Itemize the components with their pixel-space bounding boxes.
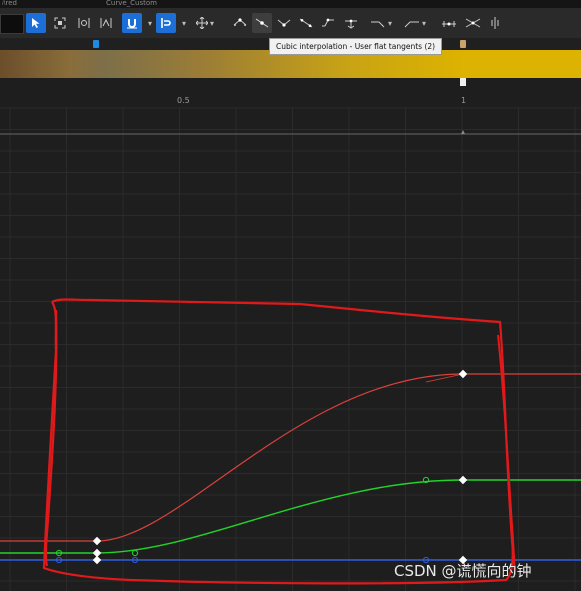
filter-button[interactable] bbox=[486, 13, 504, 33]
pre-infinity-icon bbox=[370, 21, 385, 28]
cursor-icon bbox=[32, 18, 40, 28]
tooltip: Cubic interpolation - User flat tangents… bbox=[269, 38, 443, 55]
ruler-label-05: 0.5 bbox=[177, 96, 190, 105]
normalize-tangents-icon bbox=[442, 21, 456, 27]
chevron-down-icon: ▾ bbox=[209, 18, 214, 28]
user-tangent-icon bbox=[255, 18, 269, 28]
gradient-stop-left[interactable] bbox=[93, 40, 99, 48]
gradient-stop-right[interactable] bbox=[460, 40, 466, 48]
constant-icon bbox=[322, 18, 334, 27]
watermark: CSDN @谎慌向的钟 bbox=[394, 562, 532, 580]
time-snap-icon bbox=[161, 18, 171, 28]
flatten-button[interactable] bbox=[340, 13, 362, 33]
user-tangent-button[interactable] bbox=[252, 13, 272, 33]
straighten-button[interactable] bbox=[462, 13, 484, 33]
snap-time-dropdown[interactable]: ▾ bbox=[178, 13, 188, 33]
constant-button[interactable] bbox=[318, 13, 338, 33]
snap-value-button[interactable] bbox=[122, 13, 142, 33]
break-tangent-icon bbox=[277, 19, 291, 27]
search-input[interactable] bbox=[0, 14, 24, 34]
auto-tangent-icon bbox=[233, 18, 247, 26]
flatten-icon bbox=[345, 19, 357, 29]
chevron-down-icon: ▾ bbox=[147, 18, 152, 28]
tab-2[interactable]: Curve_Custom bbox=[106, 0, 176, 8]
scale-icon bbox=[100, 18, 112, 28]
auto-tangent-button[interactable] bbox=[230, 13, 250, 33]
filter-icon bbox=[491, 17, 499, 29]
magnet-icon bbox=[127, 19, 137, 29]
select-tool-button[interactable] bbox=[26, 13, 46, 33]
scale-view-button[interactable] bbox=[96, 13, 116, 33]
snap-value-dropdown[interactable]: ▾ bbox=[144, 13, 154, 33]
linear-button[interactable] bbox=[296, 13, 316, 33]
straighten-icon bbox=[465, 18, 481, 28]
move-icon bbox=[195, 17, 208, 29]
frame-icon bbox=[54, 17, 66, 29]
chevron-down-icon: ▾ bbox=[387, 18, 392, 28]
tab-strip: ﾊred Curve_Custom bbox=[0, 0, 581, 8]
post-infinity-button[interactable]: ▾ bbox=[400, 13, 430, 33]
curve-toolbar: ▾ ▾ ▾ ▾ ▾ bbox=[0, 8, 581, 38]
pre-infinity-button[interactable]: ▾ bbox=[366, 13, 396, 33]
transform-button[interactable]: ▾ bbox=[192, 13, 218, 33]
normalize-button[interactable] bbox=[74, 13, 94, 33]
chevron-down-icon: ▾ bbox=[421, 18, 426, 28]
curve-graph[interactable]: 0.5 1 bbox=[0, 88, 581, 591]
gradient-stop-bottom[interactable] bbox=[460, 78, 466, 86]
normalize-icon bbox=[78, 18, 90, 28]
tab-1[interactable]: ﾊred bbox=[2, 0, 62, 8]
snap-time-button[interactable] bbox=[156, 13, 176, 33]
linear-icon bbox=[299, 18, 313, 28]
post-infinity-icon bbox=[404, 21, 419, 28]
chevron-down-icon: ▾ bbox=[181, 18, 186, 28]
normalize-tangents-button[interactable] bbox=[438, 13, 460, 33]
frame-button[interactable] bbox=[50, 13, 70, 33]
ruler-label-1: 1 bbox=[461, 96, 466, 105]
graph-background bbox=[0, 88, 581, 591]
break-tangent-button[interactable] bbox=[274, 13, 294, 33]
